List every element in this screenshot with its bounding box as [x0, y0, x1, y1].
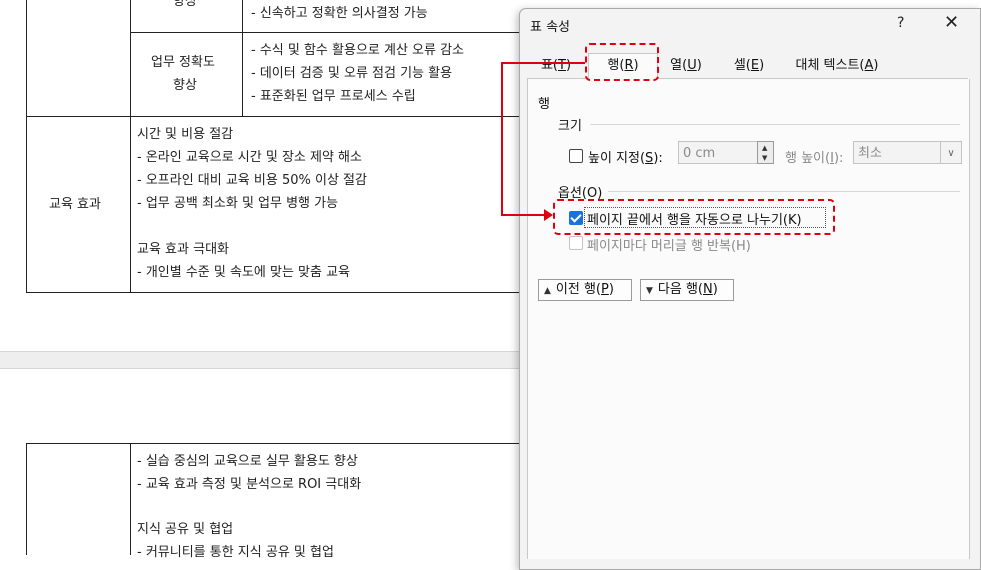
tab-accel: E [750, 58, 760, 73]
tab-label: ) [565, 58, 572, 73]
table-cell-text: - 오프라인 대비 교육 비용 50% 이상 절감 [137, 173, 367, 188]
annotation-arrow-line [501, 214, 546, 216]
height-input[interactable]: 0 cm [678, 141, 758, 164]
button-label: ) [608, 282, 614, 297]
triangle-up-icon: ▲ [544, 286, 551, 296]
table-cell-text: - 업무 공백 최소화 및 업무 병행 가능 [137, 196, 339, 211]
height-checkbox[interactable] [569, 149, 583, 163]
spin-up-icon[interactable]: ▲ [762, 144, 767, 152]
tab-label: ) [696, 58, 702, 73]
tab-label: 표( [540, 58, 558, 73]
row-height-select[interactable]: 최소 ∨ [853, 141, 962, 164]
table-cell-text: - 온라인 교육으로 시간 및 장소 제약 해소 [137, 150, 362, 165]
tab-label: 셀( [733, 58, 751, 73]
table-cell-label: 업무 정확도 [151, 55, 215, 70]
chevron-down-icon[interactable]: ∨ [940, 142, 961, 163]
button-accel: P [601, 282, 609, 297]
table-cell-label: 향상 [173, 78, 197, 93]
size-group-separator [590, 124, 960, 125]
table-border [26, 443, 27, 555]
button-accel: N [703, 282, 713, 297]
button-label: 다음 행( [657, 282, 704, 297]
label-text: 행 높이( [785, 151, 831, 166]
table-cell-label: 향상 [173, 0, 197, 9]
annotation-arrow-line [501, 62, 503, 216]
next-row-button[interactable]: ▼ 다음 행(N) [640, 279, 734, 301]
table-cell-text: - 개인별 수준 및 속도에 맞는 맞춤 교육 [137, 265, 351, 280]
table-border [26, 443, 520, 444]
table-cell-text: 교육 효과 극대화 [137, 242, 229, 257]
height-spinner[interactable]: ▲ ▼ [757, 141, 774, 164]
tab-label: 열( [670, 58, 688, 73]
tab-label: ) [873, 58, 879, 73]
tab-table[interactable]: 표(T) [534, 55, 578, 77]
table-border [130, 0, 131, 292]
tab-alt-text[interactable]: 대체 텍스트(A) [782, 55, 892, 77]
triangle-down-icon: ▼ [646, 286, 653, 296]
previous-row-button[interactable]: ▲ 이전 행(P) [538, 279, 632, 301]
table-cell-text: 지식 공유 및 협업 [137, 522, 234, 537]
table-cell-text: - 신속하고 정확한 의사결정 가능 [251, 6, 428, 21]
tab-column[interactable]: 열(U) [662, 55, 710, 77]
button-label: ) [712, 282, 718, 297]
options-group-separator [608, 191, 960, 192]
table-properties-dialog: 표 속성 ? ✕ 표(T) 행(R) 열(U) 셀(E) 대체 텍스트(A) 행… [519, 8, 981, 570]
label-text: ): [833, 151, 844, 166]
table-border [130, 443, 131, 555]
row-height-select-value: 최소 [858, 146, 882, 161]
tab-cell[interactable]: 셀(E) [725, 55, 773, 77]
close-icon[interactable]: ✕ [944, 12, 959, 33]
tab-accel: T [558, 58, 566, 73]
label-text: ): [653, 151, 663, 166]
spin-down-icon[interactable]: ▼ [762, 154, 767, 162]
dialog-title: 표 속성 [530, 20, 571, 35]
label-text: 높이 지정( [588, 151, 646, 166]
table-border [130, 32, 520, 33]
tab-accel: U [687, 58, 697, 73]
annotation-arrow-line [501, 62, 585, 64]
repeat-header-checkbox[interactable] [569, 236, 583, 250]
row-tab-highlight [585, 43, 659, 81]
row-height-label: 행 높이(I): [785, 147, 843, 166]
button-label: 이전 행( [555, 282, 602, 297]
annotation-arrow-head [544, 209, 553, 221]
table-cell-text: - 데이터 검증 및 오류 점검 기능 활용 [251, 66, 453, 81]
table-border [26, 116, 520, 117]
table-cell-text: - 수식 및 함수 활용으로 계산 오류 감소 [251, 43, 465, 58]
table-border [26, 292, 520, 293]
table-cell-text: - 표준화된 업무 프로세스 수립 [251, 89, 416, 104]
row-tab-panel: 행 크기 높이 지정(S): 0 cm ▲ ▼ 행 높이(I): 최소 ∨ 옵션… [527, 79, 970, 559]
table-cell-label: 교육 효과 [49, 197, 101, 212]
row-section-title: 행 [538, 97, 550, 112]
table-cell-text: - 교육 효과 측정 및 분석으로 ROI 극대화 [137, 477, 362, 492]
table-border [242, 0, 243, 116]
tab-label: ) [759, 58, 765, 73]
table-border [26, 0, 27, 292]
table-cell-text: - 실습 중심의 교육으로 실무 활용도 향상 [137, 454, 358, 469]
allow-break-highlight [553, 199, 835, 235]
table-cell-text: - 커뮤니티를 통한 지식 공유 및 협업 [137, 545, 334, 560]
size-group-label: 크기 [558, 119, 582, 134]
height-checkbox-label[interactable]: 높이 지정(S): [588, 147, 663, 166]
repeat-header-label[interactable]: 페이지마다 머리글 행 반복(H) [587, 235, 751, 254]
question-icon[interactable]: ? [897, 15, 904, 31]
tab-label: 대체 텍스트( [795, 58, 865, 73]
table-cell-text: 시간 및 비용 절감 [137, 127, 234, 142]
